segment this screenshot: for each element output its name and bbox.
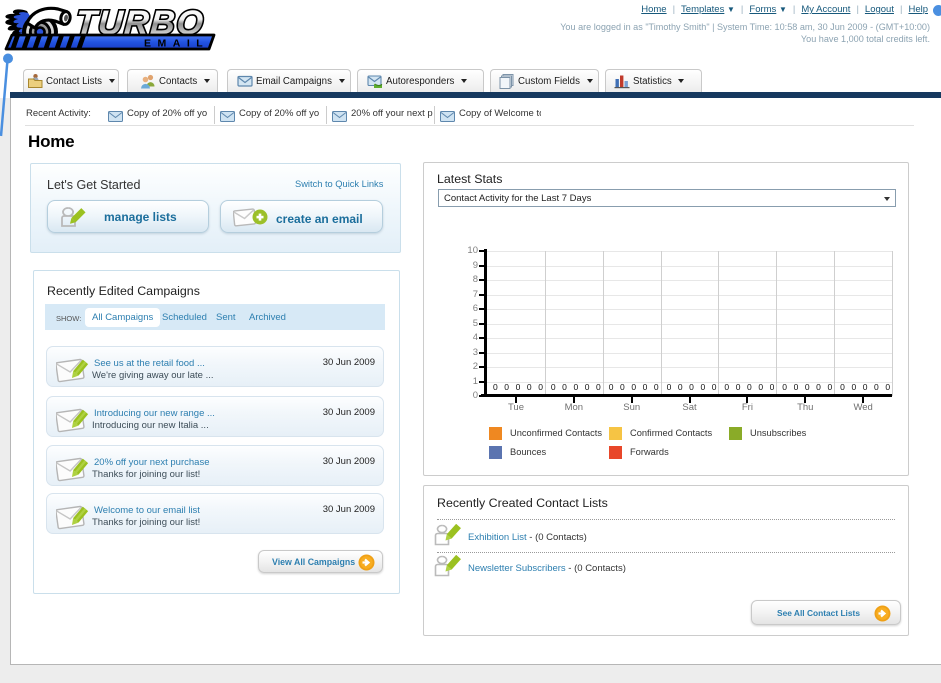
svg-text:EMAIL: EMAIL bbox=[144, 38, 209, 50]
